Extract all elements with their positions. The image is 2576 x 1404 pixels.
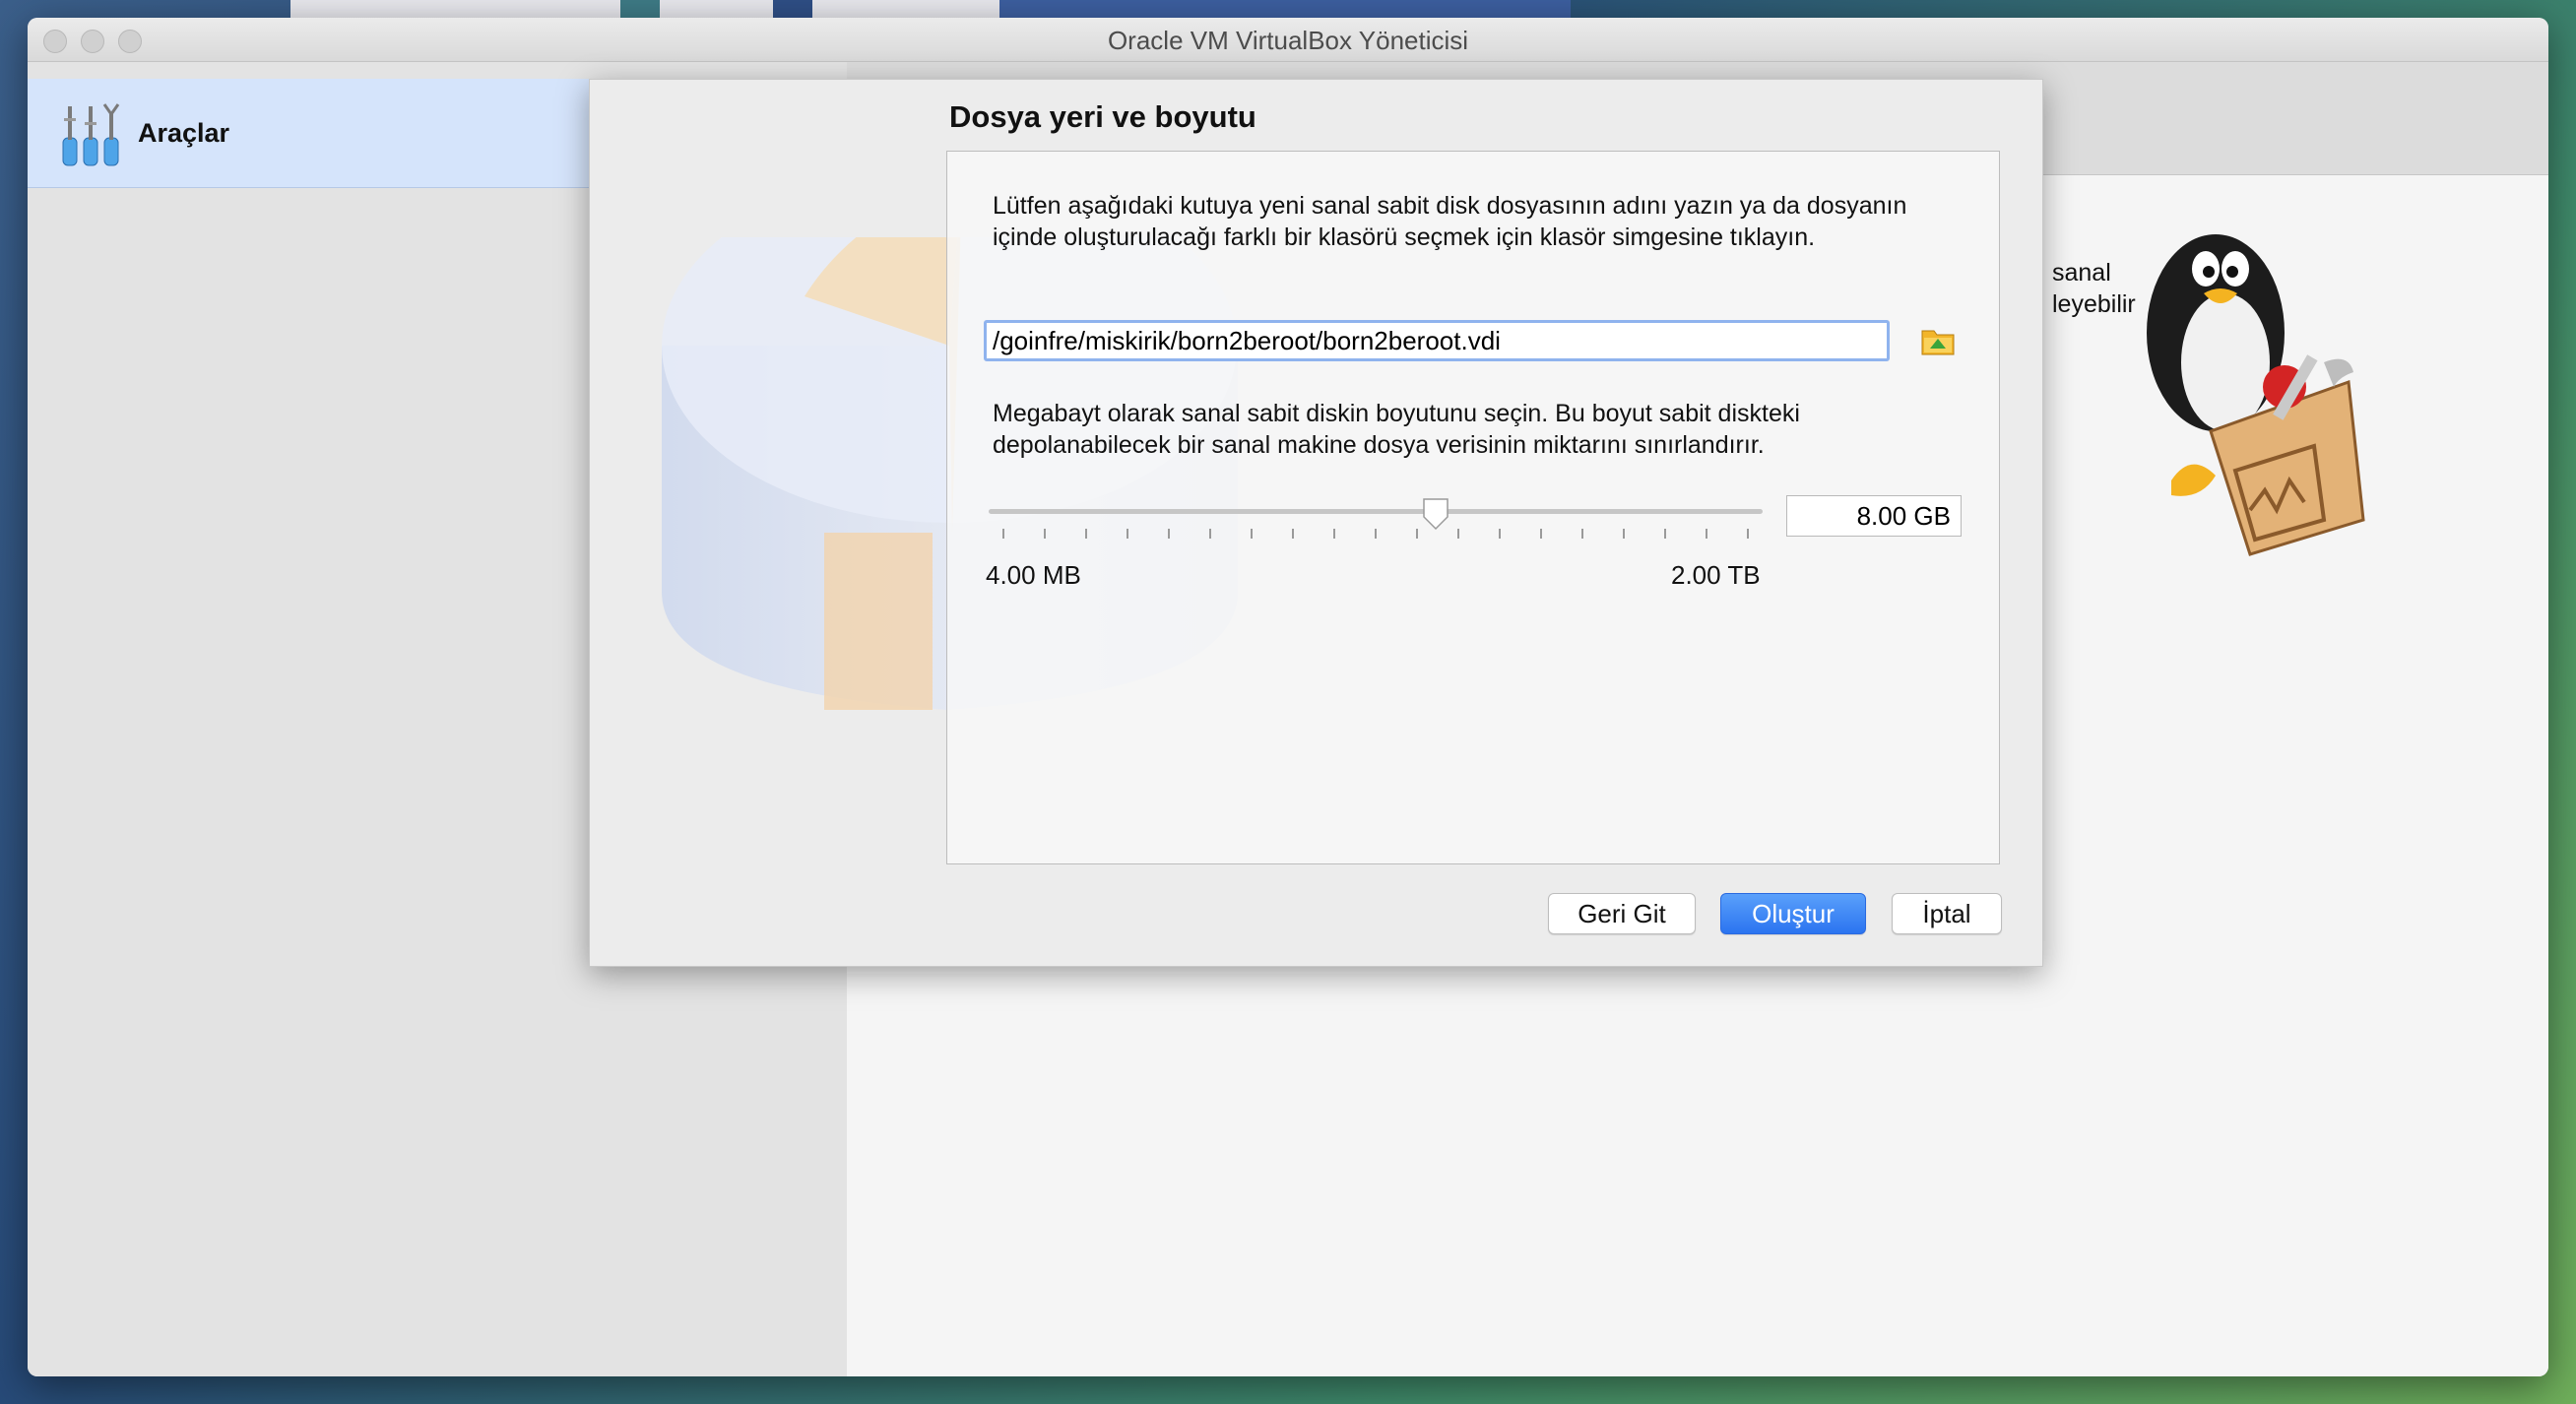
slider-thumb[interactable] xyxy=(1421,497,1450,531)
file-path-input[interactable] xyxy=(984,320,1890,361)
choose-folder-icon[interactable] xyxy=(1920,323,1956,358)
title-bar: Oracle VM VirtualBox Yöneticisi xyxy=(28,18,2548,62)
slider-tick xyxy=(1706,529,1707,539)
slider-tick xyxy=(1209,529,1211,539)
tools-icon xyxy=(62,103,120,166)
slider-tick xyxy=(1664,529,1666,539)
cancel-button[interactable]: İptal xyxy=(1892,893,2002,934)
slider-tick xyxy=(1623,529,1625,539)
slider-tick xyxy=(1499,529,1501,539)
slider-tick xyxy=(1127,529,1128,539)
virtual-disk-size-dialog: Dosya yeri ve boyutu Lütfen aşağıdaki ku… xyxy=(589,79,2043,967)
slider-tick xyxy=(1747,529,1749,539)
main-window: Oracle VM VirtualBox Yöneticisi Araçlar … xyxy=(28,18,2548,1376)
slider-tick xyxy=(1581,529,1583,539)
window-title: Oracle VM VirtualBox Yöneticisi xyxy=(1107,26,1469,55)
location-description: Lütfen aşağıdaki kutuya yeni sanal sabit… xyxy=(993,192,1907,251)
size-value-field[interactable]: 8.00 GB xyxy=(1786,495,1962,537)
tux-toolbox-illustration xyxy=(2147,234,2365,556)
disk-size-slider[interactable] xyxy=(989,509,1763,514)
back-button[interactable]: Geri Git xyxy=(1548,893,1696,934)
slider-tick xyxy=(1251,529,1253,539)
slider-tick xyxy=(1375,529,1377,539)
slider-tick xyxy=(1333,529,1335,539)
slider-tick xyxy=(1540,529,1542,539)
settings-panel: Lütfen aşağıdaki kutuya yeni sanal sabit… xyxy=(946,151,2000,864)
dialog-title: Dosya yeri ve boyutu xyxy=(949,99,1256,134)
slider-tick xyxy=(1416,529,1418,539)
slider-tick xyxy=(1002,529,1004,539)
slider-tick xyxy=(1168,529,1170,539)
welcome-text-fragment-1: sanal xyxy=(2052,259,2111,287)
size-description: Megabayt olarak sanal sabit diskin boyut… xyxy=(993,400,1800,459)
slider-max-label: 2.00 TB xyxy=(1671,560,1761,590)
sidebar-item-label: Araçlar xyxy=(138,118,230,148)
slider-min-label: 4.00 MB xyxy=(986,560,1081,590)
slider-tick xyxy=(1292,529,1294,539)
create-button[interactable]: Oluştur xyxy=(1720,893,1866,934)
slider-tick xyxy=(1044,529,1046,539)
slider-tick xyxy=(1457,529,1459,539)
slider-tick xyxy=(1085,529,1087,539)
